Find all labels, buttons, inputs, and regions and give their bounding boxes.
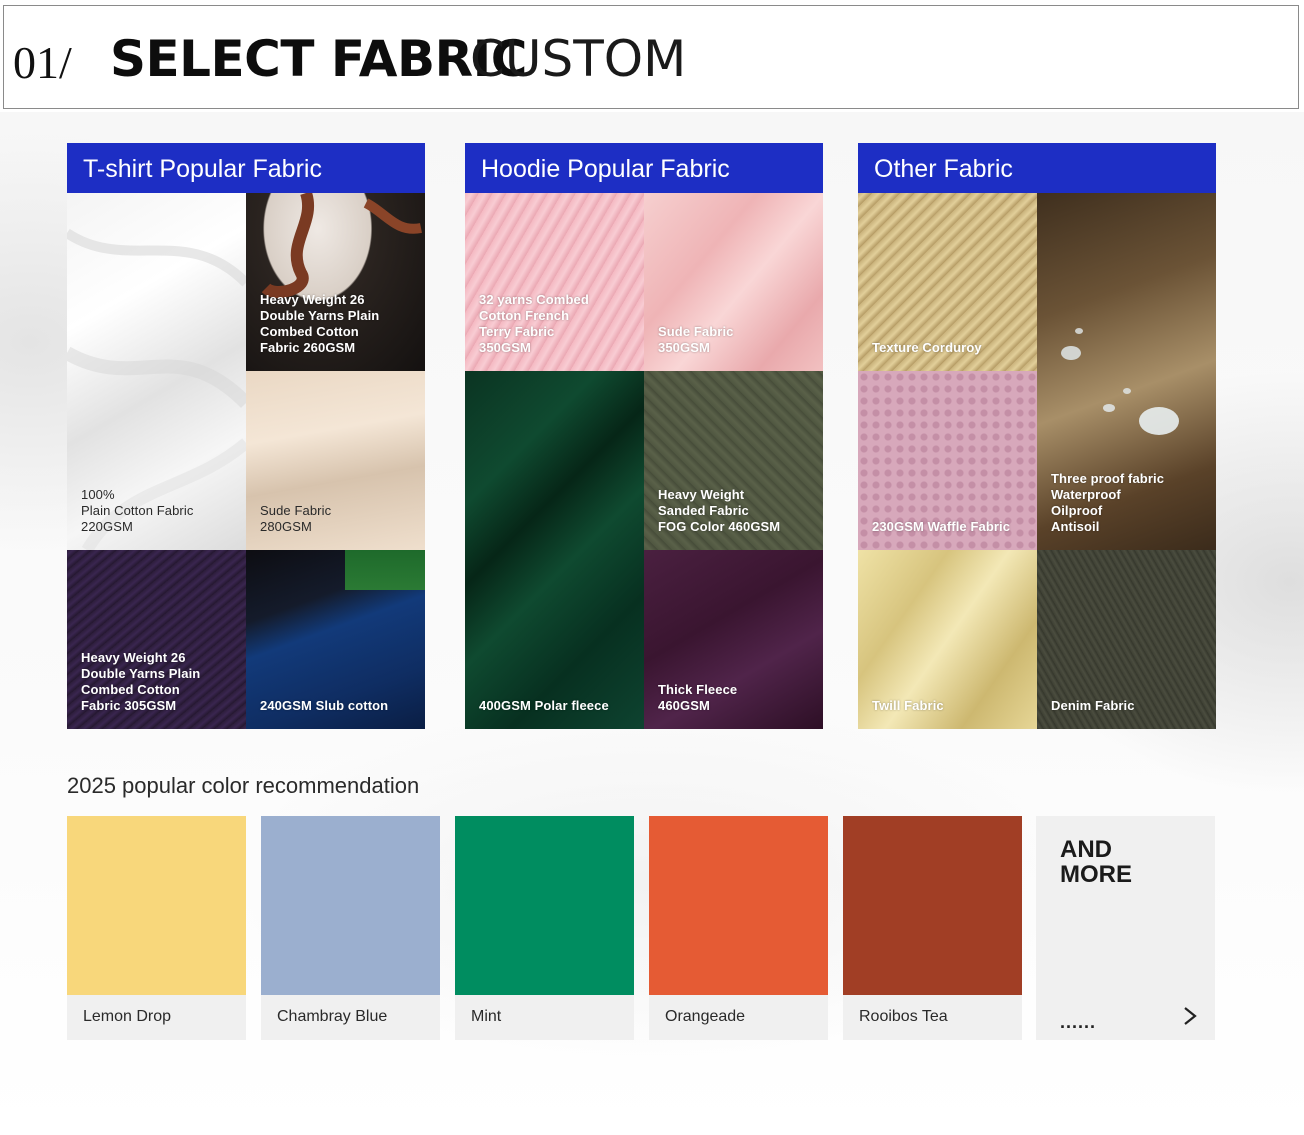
section-title-bold: SELECT FABRIC <box>110 30 527 88</box>
more-title-line1: AND <box>1060 836 1112 863</box>
fabric-tile-corduroy[interactable]: Texture Corduroy <box>858 193 1037 371</box>
fabric-label: Denim Fabric <box>1051 698 1135 713</box>
fabric-label: Sude Fabric 350GSM <box>658 324 734 355</box>
color-name: Lemon Drop <box>83 1008 172 1025</box>
fabric-tile-french-terry[interactable]: 32 yarns Combed Cotton French Terry Fabr… <box>465 193 644 371</box>
color-card-orangeade[interactable]: Orangeade <box>649 816 828 1040</box>
and-more-card[interactable]: AND MORE ...... <box>1036 816 1215 1040</box>
color-swatch <box>843 816 1022 995</box>
color-swatch <box>649 816 828 995</box>
fabric-label: Heavy Weight 26 Double Yarns Plain Combe… <box>260 292 380 355</box>
color-name: Chambray Blue <box>277 1008 388 1025</box>
fabric-tile-plain-cotton[interactable]: 100% Plain Cotton Fabric 220GSM <box>67 193 246 550</box>
panel-title: T-shirt Popular Fabric <box>67 143 425 193</box>
fabric-tile-three-proof[interactable]: Three proof fabric Waterproof Oilproof A… <box>1037 193 1216 550</box>
other-fabric-panel: Other Fabric Texture Corduroy Three proo… <box>858 143 1216 729</box>
fabric-label: 32 yarns Combed Cotton French Terry Fabr… <box>479 292 589 355</box>
panel-title: Other Fabric <box>858 143 1216 193</box>
tshirt-fabric-panel: T-shirt Popular Fabric 100% Plain Cotton… <box>67 143 425 729</box>
color-swatch <box>455 816 634 995</box>
fabric-label: Heavy Weight Sanded Fabric FOG Color 460… <box>658 487 781 534</box>
fabric-label: 100% Plain Cotton Fabric 220GSM <box>81 487 194 534</box>
fabric-label: Sude Fabric 280GSM <box>260 503 332 534</box>
fabric-tile-sanded-fog[interactable]: Heavy Weight Sanded Fabric FOG Color 460… <box>644 371 823 550</box>
fabric-tile-polar-fleece[interactable]: 400GSM Polar fleece <box>465 371 644 729</box>
fabric-tile-denim[interactable]: Denim Fabric <box>1037 550 1216 729</box>
fabric-tile-slub-240[interactable]: 240GSM Slub cotton <box>246 550 425 729</box>
fabric-tile-heavy-305[interactable]: Heavy Weight 26 Double Yarns Plain Combe… <box>67 550 246 729</box>
fabric-label: Twill Fabric <box>872 698 944 713</box>
fabric-label: 230GSM Waffle Fabric <box>872 519 1011 534</box>
color-swatch <box>67 816 246 995</box>
chevron-right-icon[interactable] <box>1182 1006 1198 1026</box>
fabric-label: 400GSM Polar fleece <box>479 698 609 713</box>
color-card-mint[interactable]: Mint <box>455 816 634 1040</box>
fabric-tile-twill[interactable]: Twill Fabric <box>858 550 1037 729</box>
fabric-tile-sude-280[interactable]: Sude Fabric 280GSM <box>246 371 425 550</box>
color-card-chambray-blue[interactable]: Chambray Blue <box>261 816 440 1040</box>
fabric-label: Thick Fleece 460GSM <box>658 682 738 713</box>
fabric-tile-waffle[interactable]: 230GSM Waffle Fabric <box>858 371 1037 550</box>
color-name: Orangeade <box>665 1008 746 1025</box>
hoodie-fabric-panel: Hoodie Popular Fabric 32 yarns Combed Co… <box>465 143 823 729</box>
more-title-line2: MORE <box>1060 861 1132 888</box>
section-number: 01/ <box>13 37 72 88</box>
color-name: Rooibos Tea <box>859 1008 948 1025</box>
color-card-lemon-drop[interactable]: Lemon Drop <box>67 816 246 1040</box>
green-fabric-corner <box>345 550 425 590</box>
color-section-title: 2025 popular color recommendation <box>67 773 420 798</box>
fabric-label: Three proof fabric Waterproof Oilproof A… <box>1051 471 1165 534</box>
fabric-label: Heavy Weight 26 Double Yarns Plain Combe… <box>81 650 201 713</box>
fabric-label: Texture Corduroy <box>872 340 982 355</box>
panel-title: Hoodie Popular Fabric <box>465 143 823 193</box>
section-header: 01/ SELECT FABRIC CUSTOM <box>3 5 1299 109</box>
fabric-label: 240GSM Slub cotton <box>260 698 389 713</box>
fabric-tile-sude-350[interactable]: Sude Fabric 350GSM <box>644 193 823 371</box>
color-swatch <box>261 816 440 995</box>
fabric-tile-heavy-260[interactable]: Heavy Weight 26 Double Yarns Plain Combe… <box>246 193 425 371</box>
section-title-light: CUSTOM <box>470 30 687 88</box>
color-name: Mint <box>471 1008 502 1025</box>
fabric-tile-thick-fleece[interactable]: Thick Fleece 460GSM <box>644 550 823 729</box>
more-dots: ...... <box>1060 1012 1097 1032</box>
color-card-rooibos-tea[interactable]: Rooibos Tea <box>843 816 1022 1040</box>
